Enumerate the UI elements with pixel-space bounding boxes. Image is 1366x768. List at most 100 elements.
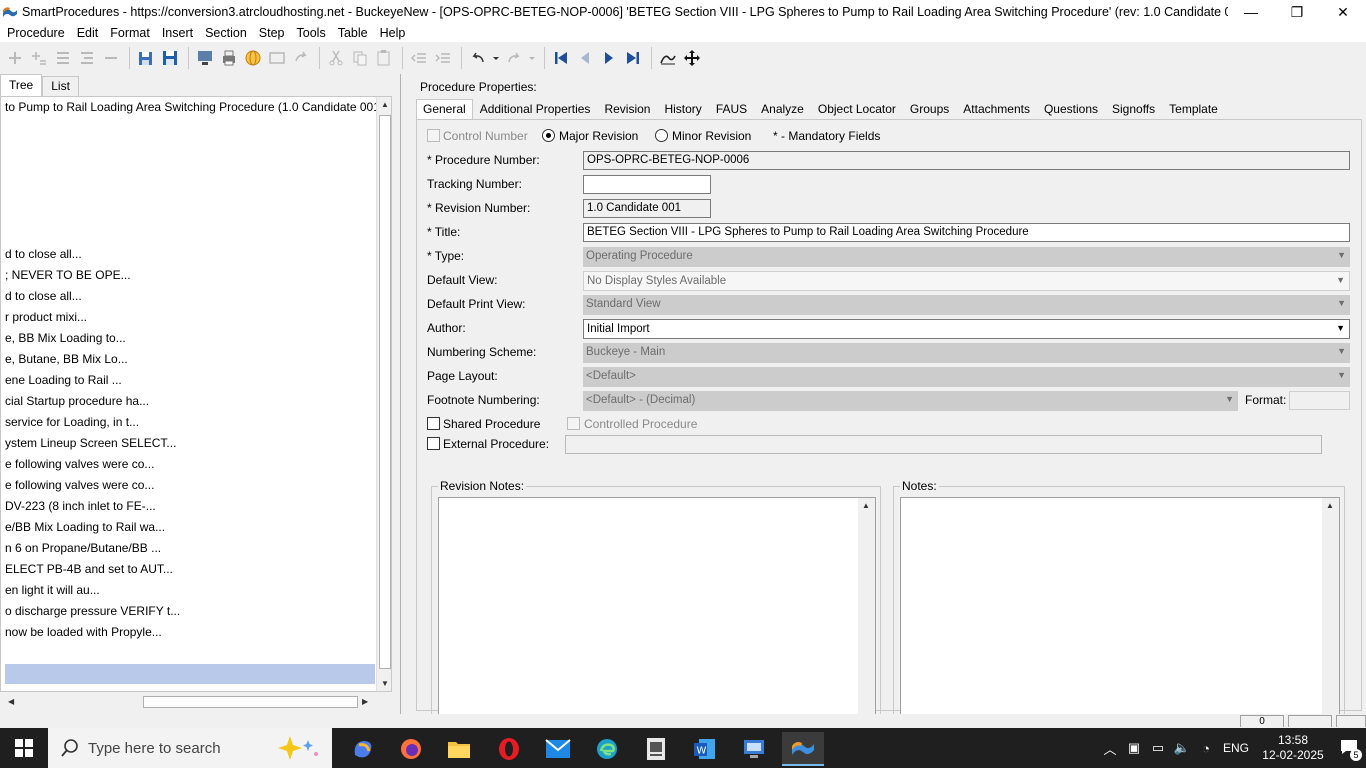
taskbar-file-explorer-icon[interactable] bbox=[438, 732, 480, 766]
tree-item[interactable]: e, BB Mix Loading to... bbox=[5, 331, 126, 346]
tree-item[interactable]: service for Loading, in t... bbox=[5, 415, 139, 430]
taskbar-edge-icon[interactable] bbox=[586, 732, 628, 766]
add-child-icon[interactable] bbox=[28, 47, 50, 69]
tab-tree[interactable]: Tree bbox=[0, 74, 43, 96]
redo-icon[interactable] bbox=[290, 47, 312, 69]
start-button[interactable] bbox=[0, 728, 48, 768]
menu-format[interactable]: Format bbox=[103, 26, 155, 40]
copy-icon[interactable] bbox=[349, 47, 371, 69]
tree-item[interactable]: cial Startup procedure ha... bbox=[5, 394, 149, 409]
paste-icon[interactable] bbox=[373, 47, 395, 69]
language-indicator[interactable]: ENG bbox=[1218, 741, 1254, 755]
publish-icon[interactable] bbox=[194, 47, 216, 69]
close-button[interactable]: ✕ bbox=[1320, 0, 1366, 24]
tab-object-locator[interactable]: Object Locator bbox=[811, 99, 903, 119]
revision-notes-scrollbar[interactable]: ▲ bbox=[858, 498, 875, 716]
notes-scrollbar[interactable]: ▲ bbox=[1322, 498, 1339, 716]
outdent-list-icon[interactable] bbox=[76, 47, 98, 69]
show-hidden-icons-chevron-icon[interactable]: ︿ bbox=[1098, 739, 1122, 758]
tree-item[interactable]: DV-223 (8 inch inlet to FE-... bbox=[5, 499, 156, 514]
title-input[interactable]: BETEG Section VIII - LPG Spheres to Pump… bbox=[583, 223, 1350, 242]
taskbar-remote-desktop-icon[interactable] bbox=[733, 732, 775, 766]
tab-history[interactable]: History bbox=[657, 99, 708, 119]
tab-signoffs[interactable]: Signoffs bbox=[1105, 99, 1162, 119]
menu-insert[interactable]: Insert bbox=[155, 26, 198, 40]
tab-additional-properties[interactable]: Additional Properties bbox=[473, 99, 598, 119]
battery-icon[interactable]: ▭ bbox=[1146, 740, 1170, 756]
tree-item[interactable]: ELECT PB-4B and set to AUT... bbox=[5, 562, 173, 577]
tab-template[interactable]: Template bbox=[1162, 99, 1225, 119]
tree-item[interactable]: e/BB Mix Loading to Rail wa... bbox=[5, 520, 165, 535]
external-procedure-checkbox[interactable] bbox=[427, 437, 440, 450]
menu-tools[interactable]: Tools bbox=[290, 26, 331, 40]
first-record-icon[interactable] bbox=[550, 47, 572, 69]
tracking-number-input[interactable] bbox=[583, 175, 711, 194]
scroll-left-icon[interactable]: ◀ bbox=[8, 697, 14, 706]
default-view-select[interactable]: No Display Styles Available ▼ bbox=[583, 271, 1350, 291]
external-procedure-field[interactable] bbox=[565, 435, 1322, 454]
page-layout-select[interactable]: <Default> ▼ bbox=[583, 367, 1350, 387]
tab-general[interactable]: General bbox=[416, 99, 473, 119]
outdent-icon[interactable] bbox=[408, 47, 430, 69]
web-view-icon[interactable] bbox=[242, 47, 264, 69]
restore-button[interactable]: ❐ bbox=[1274, 0, 1320, 24]
procedure-tree[interactable]: to Pump to Rail Loading Area Switching P… bbox=[0, 96, 392, 692]
minimize-button[interactable]: — bbox=[1228, 0, 1274, 24]
undo-icon[interactable] bbox=[467, 47, 489, 69]
scrollbar-thumb[interactable] bbox=[143, 696, 358, 708]
taskbar-search-box[interactable]: Type here to search bbox=[48, 728, 332, 768]
tab-list[interactable]: List bbox=[42, 76, 79, 96]
menu-table[interactable]: Table bbox=[331, 26, 373, 40]
find-icon[interactable] bbox=[657, 47, 679, 69]
tree-item[interactable]: ; NEVER TO BE OPE... bbox=[5, 268, 131, 283]
save-icon[interactable] bbox=[159, 47, 181, 69]
taskbar-smartprocedures-icon[interactable] bbox=[782, 732, 824, 766]
author-select[interactable]: Initial Import ▼ bbox=[583, 319, 1350, 339]
taskbar-opera-icon[interactable] bbox=[488, 732, 530, 766]
taskbar-document-app-icon[interactable] bbox=[635, 732, 677, 766]
scroll-up-icon[interactable]: ▲ bbox=[381, 100, 389, 109]
network-icon[interactable]: ◔ bbox=[1194, 741, 1218, 756]
tab-analyze[interactable]: Analyze bbox=[754, 99, 811, 119]
save-all-icon[interactable] bbox=[135, 47, 157, 69]
tree-item[interactable]: ene Loading to Rail ... bbox=[5, 373, 122, 388]
tab-revision[interactable]: Revision bbox=[597, 99, 657, 119]
numbering-scheme-select[interactable]: Buckeye - Main ▼ bbox=[583, 343, 1350, 363]
tree-vertical-scrollbar[interactable]: ▲ ▼ bbox=[376, 97, 391, 691]
control-number-checkbox[interactable] bbox=[427, 129, 440, 142]
minor-revision-radio[interactable] bbox=[655, 129, 668, 142]
previous-record-icon[interactable] bbox=[574, 47, 596, 69]
taskbar-clock[interactable]: 13:58 12-02-2025 bbox=[1254, 733, 1332, 763]
list-icon[interactable] bbox=[52, 47, 74, 69]
controlled-procedure-checkbox[interactable] bbox=[567, 417, 580, 430]
undo-dropdown-icon[interactable] bbox=[491, 47, 501, 69]
scrollbar-thumb[interactable] bbox=[379, 115, 391, 669]
next-record-icon[interactable] bbox=[598, 47, 620, 69]
scroll-right-icon[interactable]: ▶ bbox=[362, 697, 368, 706]
tree-item[interactable]: ystem Lineup Screen SELECT... bbox=[5, 436, 176, 451]
tree-item[interactable]: e following valves were co... bbox=[5, 457, 154, 472]
taskbar-copilot-icon[interactable] bbox=[342, 732, 384, 766]
scroll-down-icon[interactable]: ▼ bbox=[381, 679, 389, 688]
revision-number-field[interactable]: 1.0 Candidate 001 bbox=[583, 199, 711, 218]
tree-item[interactable]: now be loaded with Propyle... bbox=[5, 625, 162, 640]
notification-center-icon[interactable]: 5 bbox=[1332, 739, 1366, 761]
footnote-numbering-select[interactable]: <Default> - (Decimal) ▼ bbox=[583, 391, 1238, 411]
menu-help[interactable]: Help bbox=[373, 26, 411, 40]
tree-item[interactable]: e, Butane, BB Mix Lo... bbox=[5, 352, 128, 367]
tab-attachments[interactable]: Attachments bbox=[956, 99, 1037, 119]
tree-item[interactable]: d to close all... bbox=[5, 247, 82, 262]
indent-icon[interactable] bbox=[432, 47, 454, 69]
selected-tree-row[interactable] bbox=[5, 664, 375, 684]
menu-step[interactable]: Step bbox=[252, 26, 290, 40]
remove-icon[interactable] bbox=[100, 47, 122, 69]
scroll-up-icon[interactable]: ▲ bbox=[862, 501, 870, 510]
menu-section[interactable]: Section bbox=[198, 26, 252, 40]
type-select[interactable]: Operating Procedure ▼ bbox=[583, 247, 1350, 267]
cut-icon[interactable] bbox=[325, 47, 347, 69]
print-icon[interactable] bbox=[218, 47, 240, 69]
tree-item[interactable]: e following valves were co... bbox=[5, 478, 154, 493]
format-field[interactable] bbox=[1289, 391, 1350, 410]
tree-item[interactable]: d to close all... bbox=[5, 289, 82, 304]
tab-questions[interactable]: Questions bbox=[1037, 99, 1105, 119]
